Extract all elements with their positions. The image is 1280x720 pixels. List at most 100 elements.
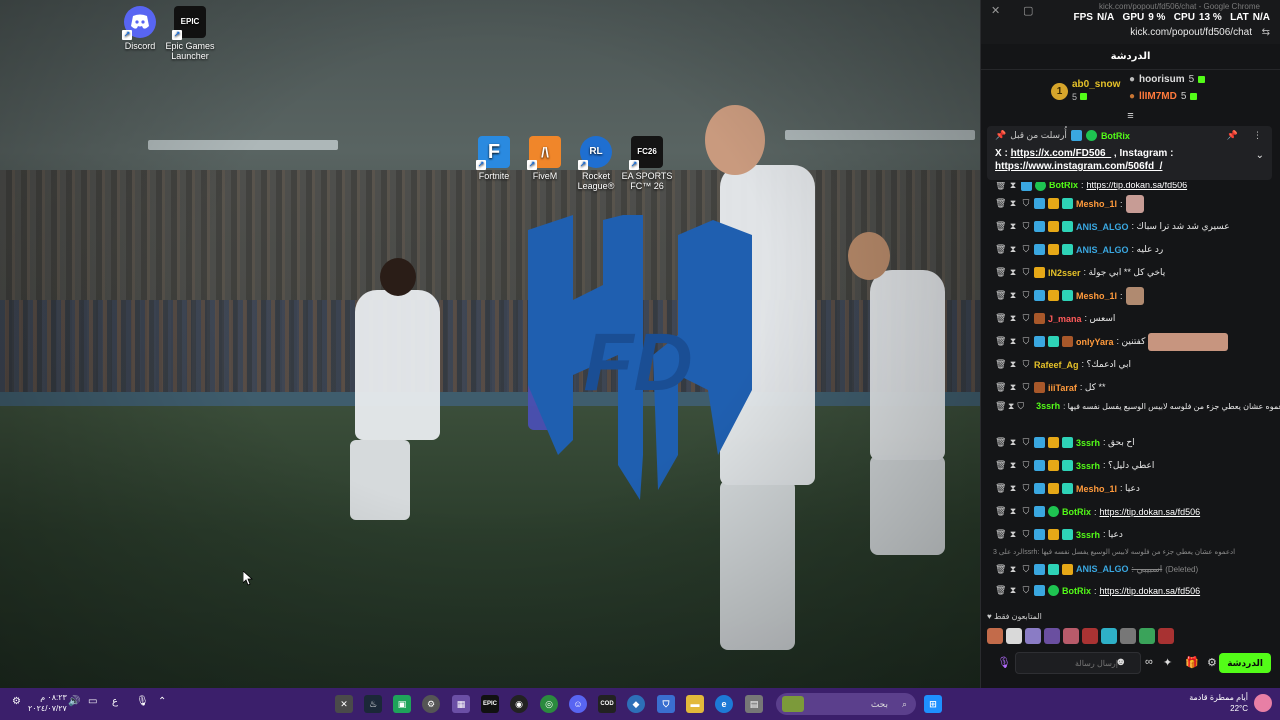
app-icon-media[interactable]: ◉: [510, 695, 528, 713]
rocket-league-icon[interactable]: ⛉: [657, 695, 675, 713]
delete-icon: 🗑: [995, 313, 1007, 323]
desktop-icon-rocket-league[interactable]: RL ↗ Rocket League®: [568, 136, 624, 191]
gear-icon[interactable]: ⚙: [1207, 656, 1217, 669]
timeout-icon: ⧗: [1009, 359, 1017, 369]
supporters-emotes[interactable]: [987, 628, 1174, 644]
infinity-icon[interactable]: ∞: [1145, 656, 1153, 668]
leaderboard-entry[interactable]: ● llIM7MD 5: [1129, 91, 1198, 102]
delete-icon: 🗑: [995, 506, 1007, 516]
store-icon[interactable]: ▦: [452, 695, 470, 713]
app-icon-xbox[interactable]: ✕: [335, 695, 353, 713]
weather-icon[interactable]: [1254, 694, 1272, 712]
app-icon-call-of-duty[interactable]: COD: [598, 695, 616, 713]
shield-icon: ⛉: [1017, 400, 1025, 411]
unpin-icon[interactable]: 📌: [1227, 130, 1238, 141]
taskbar-search[interactable]: بحث ⌕: [776, 693, 916, 715]
microphone-icon[interactable]: 🎙: [997, 656, 1011, 669]
pinned-user[interactable]: BotRix: [1101, 131, 1130, 141]
timeout-icon: ⧗: [1009, 290, 1017, 300]
pinned-link-x[interactable]: https://x.com/FD506_: [1011, 148, 1112, 159]
desktop-icon-epic-games[interactable]: EPIC ↗ Epic Games Launcher: [162, 6, 218, 61]
shield-icon: ⛉: [1022, 563, 1030, 574]
chat-message[interactable]: 🗑 ⧗ ⛉ 3ssrh: دعيا: [981, 523, 1280, 546]
language-indicator[interactable]: ع: [112, 696, 118, 707]
folder-icon[interactable]: ▬: [686, 695, 704, 713]
delete-icon: 🗑: [995, 336, 1007, 346]
chevron-down-icon[interactable]: ⌄: [1256, 150, 1264, 161]
chat-username: ANIS_ALGO: [1076, 221, 1129, 232]
steam-icon[interactable]: ♨: [364, 695, 382, 713]
heart-icon: ♥: [987, 612, 992, 621]
weather-widget[interactable]: أيام ممطرة قادمة 22°C: [1189, 692, 1248, 714]
address-url[interactable]: kick.com/popout/fd506/chat: [1130, 27, 1252, 38]
chat-message[interactable]: 🗑 ⧗ ⛉ ANIS_ALGO: رد عليه: [981, 238, 1280, 261]
maximize-icon[interactable]: ▢: [1023, 4, 1033, 17]
windows-start-icon[interactable]: ⊞: [924, 695, 942, 713]
emoji-icon[interactable]: ☻: [1115, 656, 1127, 668]
medal-icon: 1: [1051, 82, 1068, 100]
browser-titlebar: ✕ ▢ kick.com/popout/fd506/chat - Google …: [981, 0, 1280, 44]
expand-leaderboard-icon[interactable]: ≡: [981, 110, 1280, 124]
chat-message[interactable]: 🗑 ⧗ ⛉ BotRix: https://tip.dokan.sa/fd506: [981, 579, 1280, 602]
tip-link[interactable]: https://tip.dokan.sa/fd506: [1100, 586, 1201, 596]
gift-icon[interactable]: 🎁: [1185, 656, 1199, 669]
chat-message[interactable]: 🗑 ⧗ ⛉ Mesho_1l:: [981, 192, 1280, 215]
chat-message[interactable]: 🗑 ⧗ BotRix: https://tip.dokan.sa/fd506: [981, 182, 1280, 192]
delete-icon: 🗑: [995, 290, 1007, 300]
timeout-icon: ⧗: [1009, 563, 1017, 574]
site-settings-icon[interactable]: ⇆: [1262, 27, 1270, 38]
leaderboard-entry[interactable]: 1 ab0_snow 5: [1051, 79, 1120, 103]
chat-message[interactable]: 🗑 ⧗ ⛉ 3ssrh: اعطي دليل؟: [981, 454, 1280, 477]
chat-message[interactable]: 🗑 ⧗ ⛉ Rafeef_Ag: ابي ادعمك؟: [981, 353, 1280, 376]
emote-icon: [1125, 194, 1144, 213]
app-icon-game[interactable]: ▣: [393, 695, 411, 713]
kick-points-icon[interactable]: ✦: [1163, 656, 1172, 669]
app-icon-blue[interactable]: ◆: [627, 695, 645, 713]
supporters-label: ♥ المتابعون فقط: [987, 612, 1042, 621]
chat-message[interactable]: 🗑 ⧗ ⛉ Mesho_1l:: [981, 284, 1280, 307]
discord-icon: ↗: [122, 6, 156, 40]
chat-message[interactable]: 🗑 ⧗ ⛉ 3ssrh: ادعموه عشان يعطي جزء من فلوسه…: [981, 399, 1280, 413]
chat-message[interactable]: 🗑 ⧗ ⛉ 3ssrh: اح بحق: [981, 431, 1280, 454]
chat-message[interactable]: 🗑 ⧗ ⛉ J_mana: اسعس: [981, 307, 1280, 330]
chat-message[interactable]: 🗑 ⧗ ⛉ lN2sser: ياخي كل ** ابي جولة: [981, 261, 1280, 284]
edge-icon[interactable]: e: [715, 695, 733, 713]
volume-icon[interactable]: 🔊: [68, 696, 80, 707]
performance-overlay: FPS N/A GPU 9 % CPU 13 % LAT N/A: [1073, 12, 1270, 23]
desktop-icon-fivem[interactable]: /\ ↗ FiveM: [517, 136, 573, 181]
desktop-icon-ea-fc[interactable]: FC26 ↗ EA SPORTS FC™ 26: [619, 136, 675, 191]
reply-reference[interactable]: الرد على 3ssrh: ادعموه عشان يعطي جزء من …: [981, 548, 1280, 559]
tip-link[interactable]: https://tip.dokan.sa/fd506: [1087, 182, 1188, 190]
crown-badge-icon: [1048, 221, 1059, 232]
close-icon[interactable]: ✕: [991, 4, 1000, 17]
chat-message[interactable]: 🗑 ⧗ ⛉ Mesho_1l: دعيا: [981, 477, 1280, 500]
chat-message-deleted[interactable]: 🗑 ⧗ ⛉ ANIS_ALGO : اسبيبي (Deleted): [981, 559, 1280, 579]
discord-icon[interactable]: ☺: [569, 695, 587, 713]
delete-icon: 🗑: [995, 359, 1007, 369]
shield-icon: ⛉: [1022, 198, 1030, 208]
desktop-icon-fortnite[interactable]: F ↗ Fortnite: [466, 136, 522, 181]
delete-icon: 🗑: [995, 529, 1007, 539]
shield-icon: ⛉: [1022, 290, 1030, 300]
microphone-icon[interactable]: 🎙: [136, 696, 149, 707]
pinned-link-instagram[interactable]: https://www.instagram.com/506fd_/: [995, 161, 1162, 172]
chat-message[interactable]: 🗑 ⧗ ⛉ onlyYara: كفتنين: [981, 330, 1280, 353]
epic-games-icon[interactable]: EPIC: [481, 695, 499, 713]
shield-icon: ⛉: [1022, 483, 1030, 493]
network-icon[interactable]: ▭: [88, 696, 97, 707]
chevron-up-icon[interactable]: ⌃: [158, 696, 166, 707]
desktop-icon-discord[interactable]: ↗ Discord: [112, 6, 168, 51]
taskbar-clock[interactable]: ٠٨:٢٣ م ٢٠٢٤/٠٧/٢٧: [28, 692, 67, 714]
chat-message[interactable]: 🗑 ⧗ ⛉ ANIS_ALGO: عسيري شد شد ترا سباك: [981, 215, 1280, 238]
chat-message[interactable]: 🗑 ⧗ ⛉ iiiTaraf: كل **: [981, 376, 1280, 399]
chat-send-button[interactable]: الدردشة: [1219, 653, 1271, 673]
more-options-icon[interactable]: ⋮: [1253, 130, 1262, 141]
gear-icon[interactable]: ⚙: [422, 695, 440, 713]
crown-badge-icon: [1048, 290, 1059, 301]
chrome-icon[interactable]: ◎: [540, 695, 558, 713]
settings-icon[interactable]: ⚙: [12, 696, 21, 707]
tip-link[interactable]: https://tip.dokan.sa/fd506: [1100, 507, 1201, 517]
task-view-icon[interactable]: ▤: [745, 695, 763, 713]
leaderboard-entry[interactable]: ● hoorisum 5: [1129, 74, 1206, 85]
chat-message[interactable]: 🗑 ⧗ ⛉ BotRix: https://tip.dokan.sa/fd506: [981, 500, 1280, 523]
